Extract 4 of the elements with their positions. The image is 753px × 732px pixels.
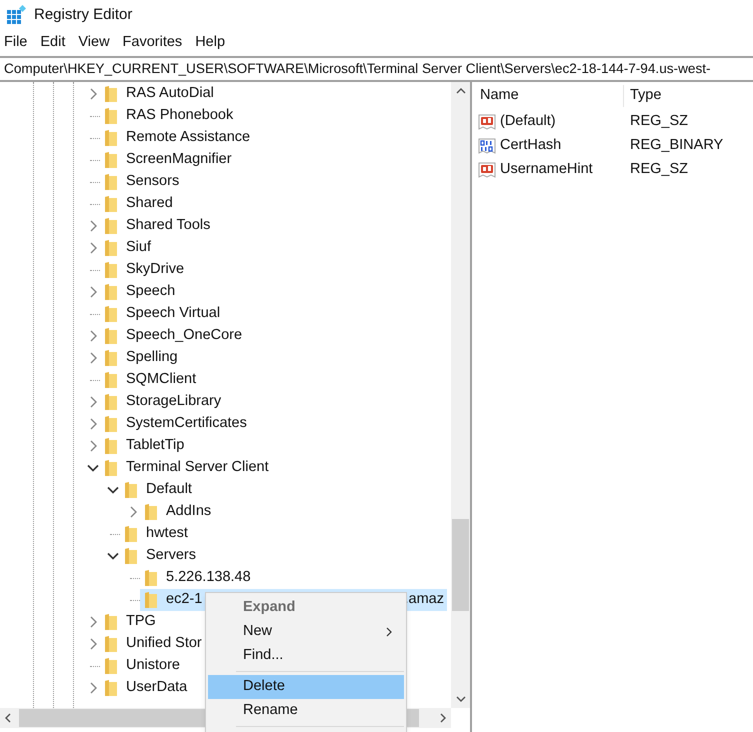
value-type: REG_SZ <box>630 112 688 132</box>
value-type: REG_SZ <box>630 160 688 180</box>
value-type: REG_BINARY <box>630 136 724 156</box>
window-title: Registry Editor <box>34 4 132 25</box>
